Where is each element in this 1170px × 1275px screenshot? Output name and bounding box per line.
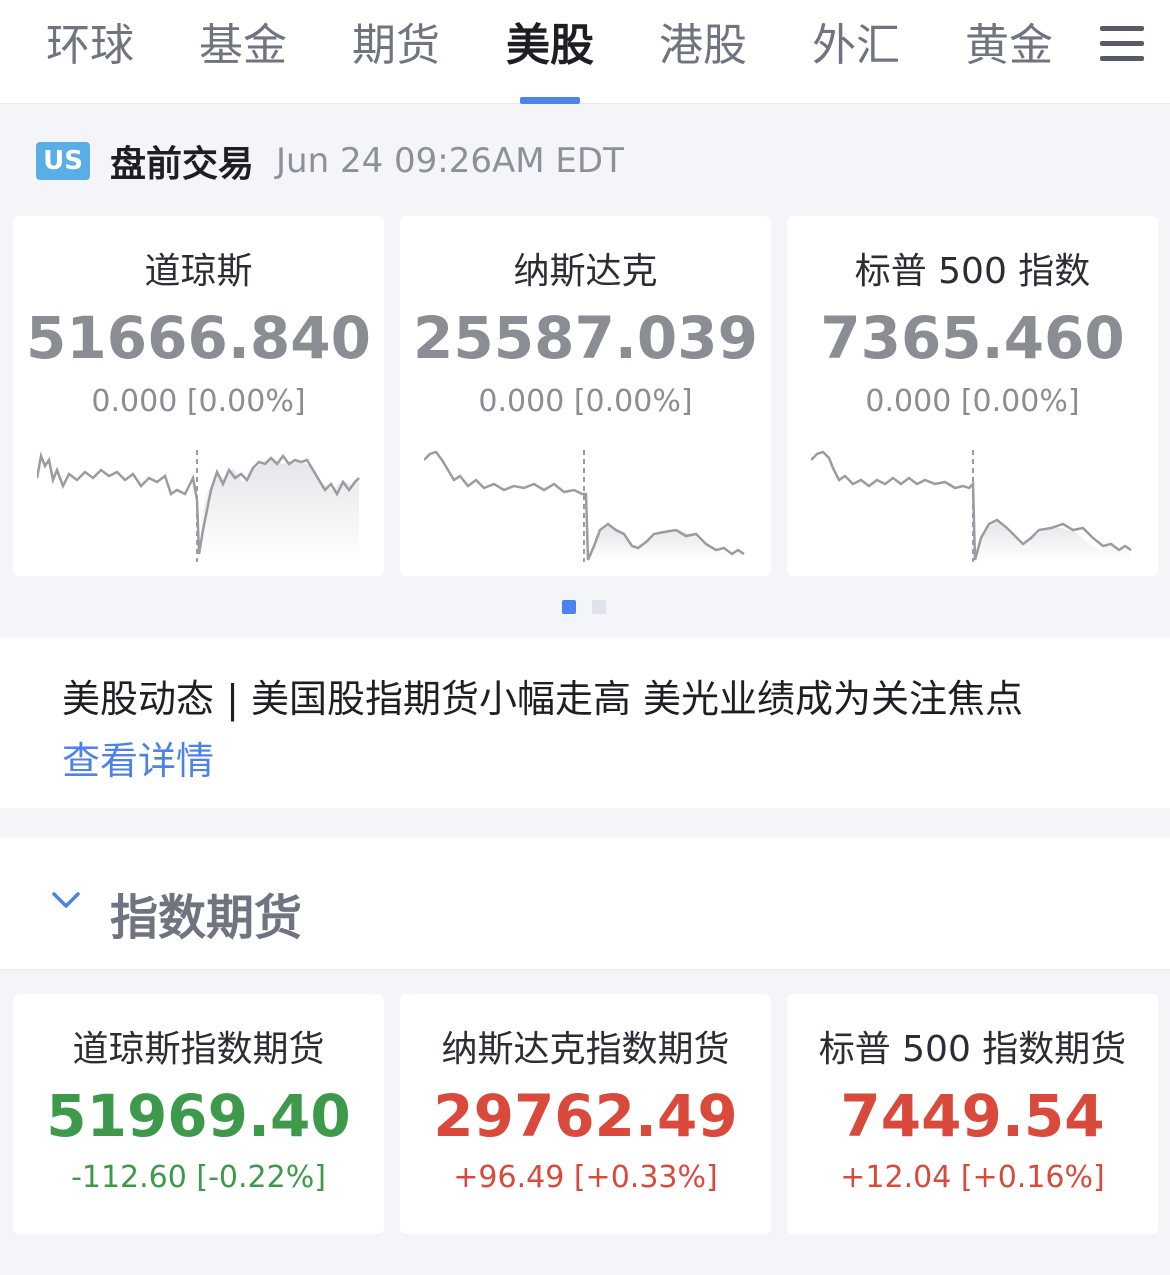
tab-us-stocks[interactable]: 美股 bbox=[490, 14, 610, 78]
index-change: 0.000 [0.00%] bbox=[91, 384, 306, 419]
market-news-banner[interactable]: 美股动态 | 美国股指期货小幅走高 美光业绩成为关注焦点 查看详情 bbox=[0, 638, 1170, 808]
news-headline: 美股动态 | 美国股指期货小幅走高 美光业绩成为关注焦点 bbox=[62, 677, 1024, 721]
index-card-sp500[interactable]: 标普 500 指数 7365.460 0.000 [0.00%] bbox=[787, 216, 1158, 576]
chevron-down-icon[interactable] bbox=[52, 886, 80, 914]
index-value: 51666.840 bbox=[26, 304, 371, 372]
market-session-title: 盘前交易 bbox=[110, 144, 255, 185]
pager-dot-active[interactable] bbox=[562, 600, 576, 614]
index-card-dow[interactable]: 道琼斯 51666.840 0.000 [0.00%] bbox=[13, 216, 384, 576]
top-nav: 环球 基金 期货 美股 港股 外汇 黄金 bbox=[0, 0, 1170, 104]
futures-value: 29762.49 bbox=[433, 1082, 738, 1150]
futures-section-header[interactable]: 指数期货 bbox=[0, 838, 1170, 970]
index-name: 纳斯达克 bbox=[513, 251, 658, 292]
active-tab-indicator bbox=[520, 97, 580, 104]
news-detail-link[interactable]: 查看详情 bbox=[62, 730, 214, 785]
futures-change: -112.60 [-0.22%] bbox=[71, 1160, 326, 1195]
pager-dot[interactable] bbox=[592, 600, 606, 614]
futures-section-title: 指数期货 bbox=[110, 890, 303, 946]
tab-gold[interactable]: 黄金 bbox=[949, 14, 1069, 78]
tab-global[interactable]: 环球 bbox=[30, 14, 150, 78]
futures-name: 道琼斯指数期货 bbox=[72, 1029, 325, 1070]
menu-icon[interactable] bbox=[1100, 26, 1144, 66]
tab-forex[interactable]: 外汇 bbox=[796, 14, 916, 78]
futures-card-nasdaq[interactable]: 纳斯达克指数期货 29762.49 +96.49 [+0.33%] bbox=[400, 994, 771, 1234]
tab-funds[interactable]: 基金 bbox=[183, 14, 303, 78]
index-name: 标普 500 指数 bbox=[854, 251, 1091, 292]
tab-futures[interactable]: 期货 bbox=[336, 14, 456, 78]
us-badge: US bbox=[36, 142, 90, 180]
index-card-nasdaq[interactable]: 纳斯达克 25587.039 0.000 [0.00%] bbox=[400, 216, 771, 576]
futures-name: 标普 500 指数期货 bbox=[818, 1029, 1127, 1070]
index-name: 道琼斯 bbox=[144, 251, 253, 292]
futures-change: +96.49 [+0.33%] bbox=[453, 1160, 718, 1195]
index-value: 25587.039 bbox=[413, 304, 758, 372]
tab-hk-stocks[interactable]: 港股 bbox=[643, 14, 763, 78]
index-value: 7365.460 bbox=[820, 304, 1125, 372]
futures-card-sp500[interactable]: 标普 500 指数期货 7449.54 +12.04 [+0.16%] bbox=[787, 994, 1158, 1234]
index-sparkline bbox=[37, 450, 360, 562]
index-sparkline bbox=[424, 450, 745, 562]
futures-name: 纳斯达克指数期货 bbox=[441, 1029, 730, 1070]
futures-card-dow[interactable]: 道琼斯指数期货 51969.40 -112.60 [-0.22%] bbox=[13, 994, 384, 1234]
market-status-header: US 盘前交易 Jun 24 09:26AM EDT bbox=[36, 136, 624, 186]
futures-value: 7449.54 bbox=[840, 1082, 1105, 1150]
futures-change: +12.04 [+0.16%] bbox=[840, 1160, 1105, 1195]
carousel-pager bbox=[562, 600, 622, 614]
index-change: 0.000 [0.00%] bbox=[865, 384, 1080, 419]
futures-value: 51969.40 bbox=[46, 1082, 351, 1150]
market-timestamp: Jun 24 09:26AM EDT bbox=[276, 141, 624, 181]
index-change: 0.000 [0.00%] bbox=[478, 384, 693, 419]
index-sparkline bbox=[811, 450, 1132, 562]
